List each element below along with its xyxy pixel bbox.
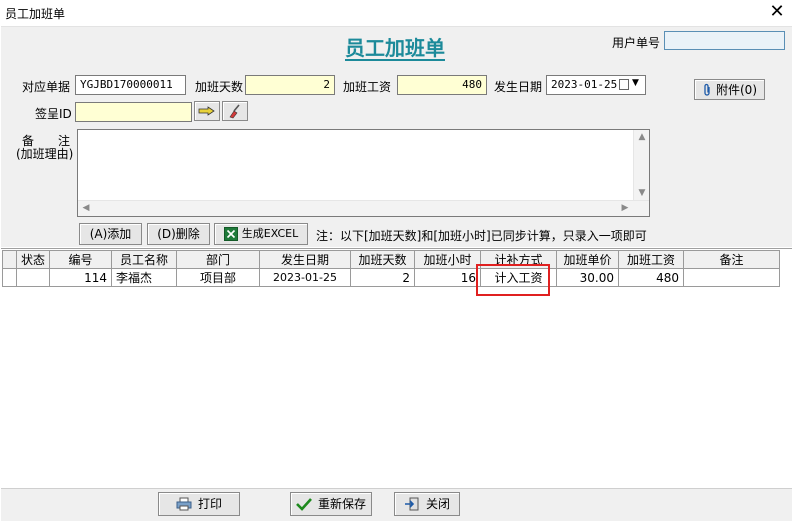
method-highlight-box bbox=[476, 264, 550, 296]
title-bar bbox=[0, 0, 793, 26]
col-id[interactable]: 编号 bbox=[49, 250, 113, 269]
scroll-left-icon[interactable]: ◀ bbox=[78, 203, 94, 213]
window-title: 员工加班单 bbox=[5, 7, 66, 21]
cell-days[interactable]: 2 bbox=[350, 268, 416, 287]
resave-label: 重新保存 bbox=[317, 497, 366, 511]
wage-label: 加班工资 bbox=[343, 80, 392, 94]
detail-grid: 状态 编号 员工名称 部门 发生日期 加班天数 加班小时 计补方式 加班单价 加… bbox=[2, 250, 781, 287]
form-title: 员工加班单 bbox=[345, 36, 445, 60]
col-days[interactable]: 加班天数 bbox=[350, 250, 416, 269]
cell-name[interactable]: 李福杰 bbox=[111, 268, 178, 287]
user-no-label: 用户单号 bbox=[612, 36, 661, 50]
grid-header-row: 状态 编号 员工名称 部门 发生日期 加班天数 加班小时 计补方式 加班单价 加… bbox=[2, 250, 781, 269]
order-label: 对应单据 bbox=[22, 80, 71, 94]
cell-hours[interactable]: 16 bbox=[414, 268, 482, 287]
cell-wage[interactable]: 480 bbox=[618, 268, 685, 287]
cell-remark[interactable] bbox=[683, 268, 781, 287]
col-dept[interactable]: 部门 bbox=[176, 250, 261, 269]
delete-row-button[interactable]: (D)删除 bbox=[147, 223, 210, 245]
col-date[interactable]: 发生日期 bbox=[259, 250, 352, 269]
table-row[interactable]: 114 李福杰 项目部 2023-01-25 2 16 计入工资 30.00 4… bbox=[2, 268, 781, 287]
scroll-right-icon[interactable]: ▶ bbox=[617, 203, 633, 213]
remark-sublabel: (加班理由) bbox=[16, 147, 74, 161]
date-value: 2023-01-25 bbox=[551, 78, 618, 91]
remark-vertical-scrollbar[interactable]: ▲ ▼ bbox=[633, 130, 649, 200]
paperclip-icon bbox=[704, 83, 710, 96]
close-window-icon[interactable]: ✕ bbox=[768, 3, 786, 21]
wage-input[interactable]: 480 bbox=[397, 75, 487, 95]
cell-unit-price[interactable]: 30.00 bbox=[556, 268, 620, 287]
broom-icon bbox=[229, 104, 240, 119]
resave-button[interactable]: 重新保存 bbox=[290, 492, 372, 516]
printer-icon bbox=[176, 497, 192, 511]
row-indicator[interactable] bbox=[2, 268, 17, 287]
col-remark[interactable]: 备注 bbox=[683, 250, 781, 269]
close-button[interactable]: 关闭 bbox=[394, 492, 460, 516]
calendar-icon[interactable] bbox=[619, 79, 629, 90]
user-no-input[interactable] bbox=[664, 31, 785, 50]
remark-textarea[interactable]: ▲ ▼ ◀ ▶ bbox=[77, 129, 650, 217]
exit-door-icon bbox=[404, 497, 419, 511]
chevron-down-icon[interactable]: ▼ bbox=[632, 78, 639, 88]
attachment-label: 附件(0) bbox=[716, 82, 757, 97]
checkmark-icon bbox=[296, 498, 312, 511]
print-label: 打印 bbox=[197, 497, 222, 511]
sync-note: 注：以下[加班天数]和[加班小时]已同步计算，只录入一项即可 bbox=[316, 229, 647, 243]
select-sign-button[interactable] bbox=[194, 101, 220, 121]
hand-pointer-icon bbox=[198, 106, 215, 116]
cell-id[interactable]: 114 bbox=[49, 268, 113, 287]
col-hours[interactable]: 加班小时 bbox=[414, 250, 482, 269]
export-excel-label: 生成EXCEL bbox=[241, 227, 299, 240]
cell-dept[interactable]: 项目部 bbox=[176, 268, 261, 287]
cell-date[interactable]: 2023-01-25 bbox=[259, 268, 352, 287]
col-unit-price[interactable]: 加班单价 bbox=[556, 250, 620, 269]
col-status[interactable]: 状态 bbox=[15, 250, 51, 269]
sign-input[interactable] bbox=[75, 102, 192, 122]
clear-sign-button[interactable] bbox=[222, 101, 248, 121]
attachment-button[interactable]: 附件(0) bbox=[694, 79, 765, 100]
excel-icon bbox=[223, 227, 238, 241]
days-label: 加班天数 bbox=[195, 80, 244, 94]
col-name[interactable]: 员工名称 bbox=[111, 250, 178, 269]
date-picker[interactable]: 2023-01-25 bbox=[546, 75, 646, 95]
row-indicator-header bbox=[2, 250, 17, 269]
remark-horizontal-scrollbar[interactable]: ◀ ▶ bbox=[78, 200, 649, 216]
close-label: 关闭 bbox=[425, 497, 450, 511]
cell-status[interactable] bbox=[15, 268, 51, 287]
date-label: 发生日期 bbox=[494, 80, 543, 94]
scroll-down-icon[interactable]: ▼ bbox=[634, 188, 650, 198]
export-excel-button[interactable]: 生成EXCEL bbox=[214, 223, 308, 245]
add-row-button[interactable]: (A)添加 bbox=[79, 223, 142, 245]
order-input[interactable]: YGJBD170000011 bbox=[75, 75, 186, 95]
sign-label: 签呈ID bbox=[35, 107, 72, 121]
days-input[interactable]: 2 bbox=[245, 75, 335, 95]
scroll-up-icon[interactable]: ▲ bbox=[634, 132, 650, 142]
print-button[interactable]: 打印 bbox=[158, 492, 240, 516]
col-wage[interactable]: 加班工资 bbox=[618, 250, 685, 269]
